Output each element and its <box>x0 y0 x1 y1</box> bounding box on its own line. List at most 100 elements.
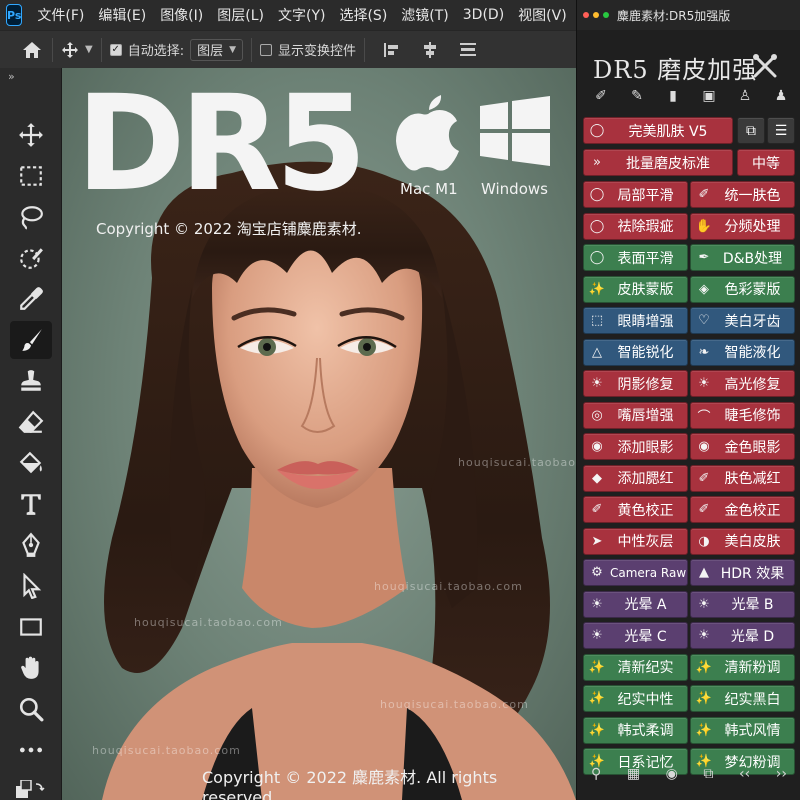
action-button[interactable]: ☀ 光晕 B <box>690 590 795 618</box>
action-button[interactable]: ▲ HDR 效果 <box>690 559 795 586</box>
clone-stamp-icon[interactable]: ♟ <box>771 86 791 106</box>
action-button[interactable]: ◉ 添加眼影 <box>583 433 688 460</box>
color-swatches-icon[interactable] <box>16 779 46 800</box>
eyedropper-icon[interactable] <box>10 280 52 318</box>
action-button[interactable]: ✐ 肤色减红 <box>690 464 795 492</box>
lasso-icon[interactable] <box>10 198 52 236</box>
action-button[interactable]: ◯ 祛除瑕疵 <box>583 212 688 240</box>
menu-view[interactable]: 视图(V) <box>511 5 574 25</box>
zoom-window-icon[interactable] <box>603 12 609 18</box>
search-icon[interactable]: ⚲ <box>591 766 601 782</box>
tools-panel: » <box>0 68 62 800</box>
menu-edit[interactable]: 编辑(E) <box>91 5 153 25</box>
close-icon[interactable] <box>583 12 589 18</box>
menu-layer[interactable]: 图层(L) <box>210 5 271 25</box>
action-button[interactable]: ♡ 美白牙齿 <box>690 307 795 334</box>
brush-tool-icon[interactable]: ✐ <box>591 86 611 106</box>
perfect-skin-v5-button[interactable]: ◯ 完美肌肤 V5 <box>583 117 733 144</box>
path-select-icon[interactable] <box>10 567 52 605</box>
action-button[interactable]: ⌒ 睫毛修饰 <box>690 401 795 429</box>
next-icon[interactable]: ›› <box>776 766 787 782</box>
pen-tool-icon[interactable]: ✎ <box>627 86 647 106</box>
action-button[interactable]: ◈ 色彩蒙版 <box>690 275 795 303</box>
collapse-toolbar-icon[interactable]: » <box>8 70 15 83</box>
action-button[interactable]: ☀ 光晕 D <box>690 622 795 649</box>
action-button[interactable]: ✨ 纪实黑白 <box>690 685 795 712</box>
eraser-icon[interactable] <box>10 403 52 441</box>
bandage-icon[interactable]: ▮ <box>663 86 683 106</box>
action-button[interactable]: ☀ 光晕 C <box>583 622 688 649</box>
action-button[interactable]: ⚙ Camera Raw <box>583 559 688 586</box>
tools-cross-icon[interactable] <box>751 52 779 80</box>
stamp-tool-icon[interactable]: ♙ <box>735 86 755 106</box>
copy-icon[interactable]: ⧉ <box>703 766 713 782</box>
align-center-icon[interactable] <box>421 41 439 58</box>
align-left-icon[interactable] <box>383 42 401 58</box>
eyedropper-icon: ✐ <box>698 187 710 202</box>
move-icon[interactable] <box>10 116 52 154</box>
batch-smooth-button[interactable]: » 批量磨皮标准 <box>583 149 733 176</box>
batch-icon: » <box>593 155 601 170</box>
action-button[interactable]: ✨ 韩式风情 <box>690 716 795 744</box>
menu-image[interactable]: 图像(I) <box>153 5 210 25</box>
auto-select-checkbox[interactable]: ✓ <box>109 43 122 56</box>
action-button[interactable]: ✒ D&B处理 <box>690 244 795 271</box>
action-button[interactable]: ☀ 阴影修复 <box>583 370 688 397</box>
menu-3d[interactable]: 3D(D) <box>456 7 511 23</box>
home-icon[interactable] <box>20 41 44 59</box>
menu-type[interactable]: 文字(Y) <box>271 5 332 25</box>
view-icon[interactable]: ◉ <box>666 766 678 782</box>
minimize-icon[interactable] <box>593 12 599 18</box>
paint-bucket-icon[interactable] <box>10 444 52 482</box>
settings-sliders-button[interactable]: ☰ <box>767 117 795 144</box>
action-button[interactable]: ✋ 分频处理 <box>690 212 795 240</box>
action-button[interactable]: ➤ 中性灰层 <box>583 527 688 555</box>
document-canvas[interactable]: DR5 Copyright © 2022 淘宝店铺麋鹿素材. Mac M1 Wi… <box>62 68 576 800</box>
action-button[interactable]: ❧ 智能液化 <box>690 338 795 366</box>
gallery-icon[interactable]: ▦ <box>627 766 640 782</box>
chip-icon[interactable]: ▣ <box>699 86 719 106</box>
action-button[interactable]: ⬚ 眼睛增强 <box>583 307 688 334</box>
align-top-icon[interactable] <box>459 42 477 58</box>
marquee-icon[interactable] <box>10 157 52 195</box>
duplicate-button[interactable]: ⧉ <box>737 117 765 144</box>
more-icon[interactable] <box>10 731 52 769</box>
zoom-icon[interactable] <box>10 690 52 728</box>
type-icon[interactable] <box>10 485 52 523</box>
auto-select-dropdown[interactable]: 图层 ▼ <box>190 38 244 61</box>
action-button[interactable]: ◯ 表面平滑 <box>583 244 688 271</box>
action-button[interactable]: ✨ 纪实中性 <box>583 685 688 712</box>
action-button[interactable]: ✐ 黄色校正 <box>583 496 688 523</box>
show-transform-checkbox[interactable] <box>260 43 273 56</box>
action-button[interactable]: △ 智能锐化 <box>583 338 688 366</box>
action-button[interactable]: ✨ 韩式柔调 <box>583 716 688 744</box>
stamp-icon[interactable] <box>10 362 52 400</box>
action-button[interactable]: ☀ 光晕 A <box>583 590 688 618</box>
action-button[interactable]: ◑ 美白皮肤 <box>690 527 795 555</box>
action-button[interactable]: ✨ 皮肤蒙版 <box>583 275 688 303</box>
prev-icon[interactable]: ‹‹ <box>739 766 750 782</box>
strength-medium-button[interactable]: 中等 <box>737 149 795 176</box>
action-button[interactable]: ✐ 金色校正 <box>690 496 795 523</box>
action-button[interactable]: ✨ 清新纪实 <box>583 653 688 681</box>
divider <box>251 37 253 62</box>
brush-icon[interactable] <box>10 321 52 359</box>
menu-select[interactable]: 选择(S) <box>332 5 394 25</box>
menu-filter[interactable]: 滤镜(T) <box>394 5 455 25</box>
action-button[interactable]: ◯ 局部平滑 <box>583 181 688 208</box>
action-button[interactable]: ☀ 高光修复 <box>690 370 795 397</box>
action-button[interactable]: ◆ 添加腮红 <box>583 464 688 492</box>
action-button[interactable]: ✨ 清新粉调 <box>690 653 795 681</box>
action-button[interactable]: ◎ 嘴唇增强 <box>583 401 688 429</box>
window-controls[interactable] <box>583 12 609 18</box>
rectangle-icon[interactable] <box>10 608 52 646</box>
photoshop-logo-icon[interactable]: Ps <box>6 4 23 26</box>
action-button[interactable]: ◉ 金色眼影 <box>690 433 795 460</box>
move-tool-preset-icon[interactable]: ▼ <box>61 41 93 59</box>
hand-icon[interactable] <box>10 649 52 687</box>
action-button[interactable]: ✐ 统一肤色 <box>690 181 795 208</box>
button-label: 中等 <box>752 155 780 172</box>
pen-icon[interactable] <box>10 526 52 564</box>
quick-select-icon[interactable] <box>10 239 52 277</box>
menu-file[interactable]: 文件(F) <box>30 5 91 25</box>
